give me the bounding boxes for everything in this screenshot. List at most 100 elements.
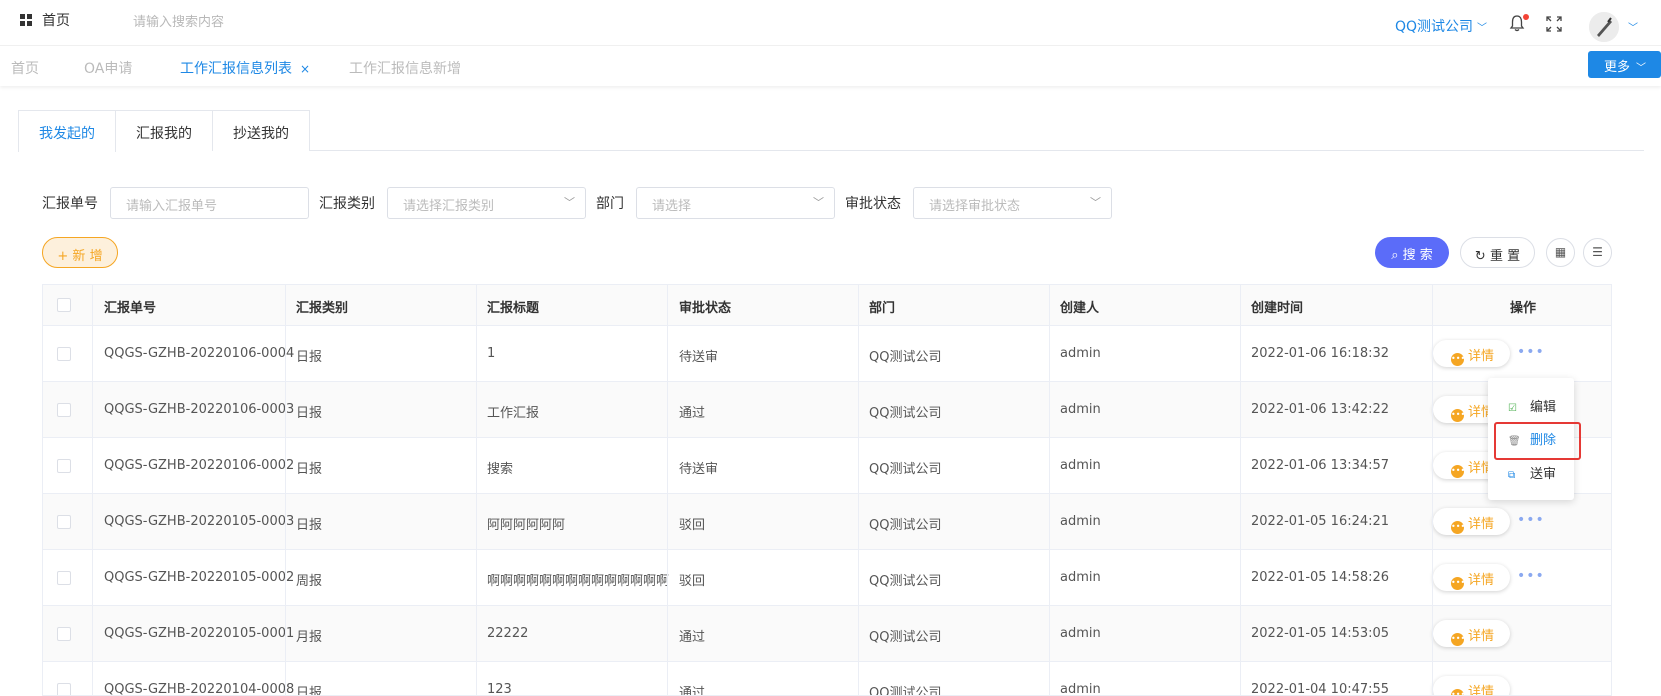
cell-report-no: QQGS-GZHB-20220106-0003 — [104, 402, 295, 417]
table-row: QQGS-GZHB-20220106-0002 日报 搜索 待送审 QQ测试公司… — [43, 438, 1611, 494]
cell-creator: admin — [1060, 626, 1101, 641]
table-row: QQGS-GZHB-20220106-0003 日报 工作汇报 通过 QQ测试公… — [43, 382, 1611, 438]
search-label: 搜 索 — [1402, 248, 1433, 263]
column-divider — [476, 285, 477, 695]
home-link[interactable]: 首页 — [42, 10, 70, 30]
cell-time: 2022-01-05 14:58:26 — [1251, 570, 1390, 585]
cell-time: 2022-01-06 13:42:22 — [1251, 402, 1390, 417]
cell-title: 22222 — [487, 626, 529, 641]
notification-dot — [1523, 14, 1529, 20]
reset-button[interactable]: ↻ 重 置 — [1460, 237, 1535, 268]
cell-report-no: QQGS-GZHB-20220106-0004 — [104, 346, 295, 361]
search-icon: ⌕ — [1391, 248, 1399, 263]
report-no-input[interactable]: 请输入汇报单号 — [110, 187, 309, 219]
more-dots-icon[interactable]: ••• — [1517, 568, 1545, 584]
density-grid-icon[interactable]: ▦ — [1546, 238, 1575, 267]
cell-title: 阿阿阿阿阿阿 — [487, 518, 566, 533]
cell-type: 月报 — [296, 630, 323, 645]
column-divider — [92, 285, 93, 695]
tab-oa-apply[interactable]: OA申请 — [84, 58, 132, 78]
tab-reported-to-me[interactable]: 汇报我的 — [115, 110, 213, 151]
column-divider — [667, 285, 668, 695]
chevron-down-icon[interactable]: ﹀ — [1628, 19, 1638, 34]
search-button[interactable]: ⌕ 搜 索 — [1375, 237, 1449, 268]
cell-creator: admin — [1060, 514, 1101, 529]
tab-home[interactable]: 首页 — [11, 58, 39, 78]
row-checkbox[interactable] — [57, 347, 71, 361]
status-select[interactable]: 请选择审批状态 ﹀ — [913, 187, 1112, 219]
col-status: 审批状态 — [679, 301, 732, 316]
cell-status: 驳回 — [679, 518, 706, 533]
cell-dept: QQ测试公司 — [869, 462, 942, 477]
tab-report-new[interactable]: 工作汇报信息新增 — [349, 58, 461, 78]
company-switcher[interactable]: QQ测试公司 ﹀ — [1395, 16, 1487, 36]
row-checkbox[interactable] — [57, 571, 71, 585]
company-name: QQ测试公司 — [1395, 19, 1474, 35]
cell-creator: admin — [1060, 458, 1101, 473]
more-circle-icon: ••• — [1451, 689, 1465, 695]
col-actions: 操作 — [1510, 301, 1537, 316]
row-checkbox[interactable] — [57, 627, 71, 641]
column-divider — [285, 285, 286, 695]
bell-icon[interactable] — [1508, 14, 1529, 34]
cell-status: 待送审 — [679, 350, 719, 365]
cell-time: 2022-01-05 14:53:05 — [1251, 626, 1390, 641]
tab-initiated[interactable]: 我发起的 — [18, 110, 116, 152]
report-type-placeholder: 请选择汇报类别 — [403, 199, 495, 214]
more-dots-icon[interactable]: ••• — [1517, 512, 1545, 528]
chevron-down-icon: ﹀ — [813, 196, 824, 209]
chevron-down-icon: ﹀ — [564, 196, 575, 209]
fullscreen-icon[interactable] — [1546, 16, 1564, 34]
cell-type: 日报 — [296, 686, 323, 696]
cell-dept: QQ测试公司 — [869, 574, 942, 589]
column-divider — [1049, 285, 1050, 695]
more-circle-icon: ••• — [1451, 465, 1465, 478]
table-row: QQGS-GZHB-20220105-0001 月报 22222 通过 QQ测试… — [43, 606, 1611, 662]
more-circle-icon: ••• — [1451, 577, 1465, 590]
select-all-checkbox[interactable] — [57, 298, 71, 312]
top-bar: 首页 请输入搜索内容 QQ测试公司 ﹀ ﹀ — [0, 0, 1661, 46]
detail-button[interactable]: ••• 详情 — [1433, 620, 1510, 647]
close-icon[interactable]: × — [300, 62, 310, 76]
row-checkbox[interactable] — [57, 683, 71, 695]
row-checkbox[interactable] — [57, 403, 71, 417]
detail-button[interactable]: ••• 详情 — [1433, 676, 1510, 695]
add-button[interactable]: + 新 增 — [42, 237, 118, 268]
table-row: QQGS-GZHB-20220106-0004 日报 1 待送审 QQ测试公司 … — [43, 326, 1611, 382]
col-time: 创建时间 — [1251, 301, 1304, 316]
avatar[interactable] — [1589, 12, 1619, 42]
tab-report-list[interactable]: 工作汇报信息列表 × — [180, 58, 310, 78]
detail-button[interactable]: ••• 详情 — [1433, 564, 1510, 591]
menu-item-edit[interactable]: ☑ 编辑 — [1508, 396, 1556, 415]
cell-status: 通过 — [679, 406, 706, 421]
col-dept: 部门 — [869, 301, 896, 316]
row-checkbox[interactable] — [57, 459, 71, 473]
detail-label: 详情 — [1468, 349, 1495, 364]
cell-status: 驳回 — [679, 574, 706, 589]
send-label: 送审 — [1530, 467, 1557, 482]
row-checkbox[interactable] — [57, 515, 71, 529]
global-search-input[interactable]: 请输入搜索内容 — [133, 11, 224, 30]
tab-cc-me[interactable]: 抄送我的 — [212, 110, 310, 151]
more-button[interactable]: 更多 ﹀ — [1588, 51, 1661, 78]
table-row: QQGS-GZHB-20220104-0008 日报 123 通过 QQ测试公司… — [43, 662, 1611, 696]
cell-title: 啊啊啊啊啊啊啊啊啊啊啊啊啊啊 — [487, 574, 670, 589]
table-row: QQGS-GZHB-20220105-0003 日报 阿阿阿阿阿阿 驳回 QQ测… — [43, 494, 1611, 550]
cell-dept: QQ测试公司 — [869, 686, 942, 696]
apps-grid-icon[interactable] — [20, 14, 32, 26]
detail-button[interactable]: ••• 详情 — [1433, 340, 1510, 367]
report-type-select[interactable]: 请选择汇报类别 ﹀ — [387, 187, 586, 219]
column-settings-icon[interactable]: ☰ — [1583, 238, 1612, 267]
cell-creator: admin — [1060, 682, 1101, 696]
detail-label: 详情 — [1468, 517, 1495, 532]
edit-label: 编辑 — [1530, 400, 1557, 415]
table-header: 汇报单号 汇报类别 汇报标题 审批状态 部门 创建人 创建时间 操作 — [43, 285, 1611, 326]
menu-item-send-review[interactable]: ⧉ 送审 — [1508, 463, 1556, 482]
dept-select[interactable]: 请选择 ﹀ — [636, 187, 835, 219]
status-placeholder: 请选择审批状态 — [929, 199, 1021, 214]
chevron-down-icon: ﹀ — [1636, 63, 1647, 74]
status-label: 审批状态 — [845, 196, 901, 212]
more-dots-icon[interactable]: ••• — [1517, 344, 1545, 360]
cell-report-no: QQGS-GZHB-20220105-0001 — [104, 626, 295, 641]
detail-button[interactable]: ••• 详情 — [1433, 508, 1510, 535]
